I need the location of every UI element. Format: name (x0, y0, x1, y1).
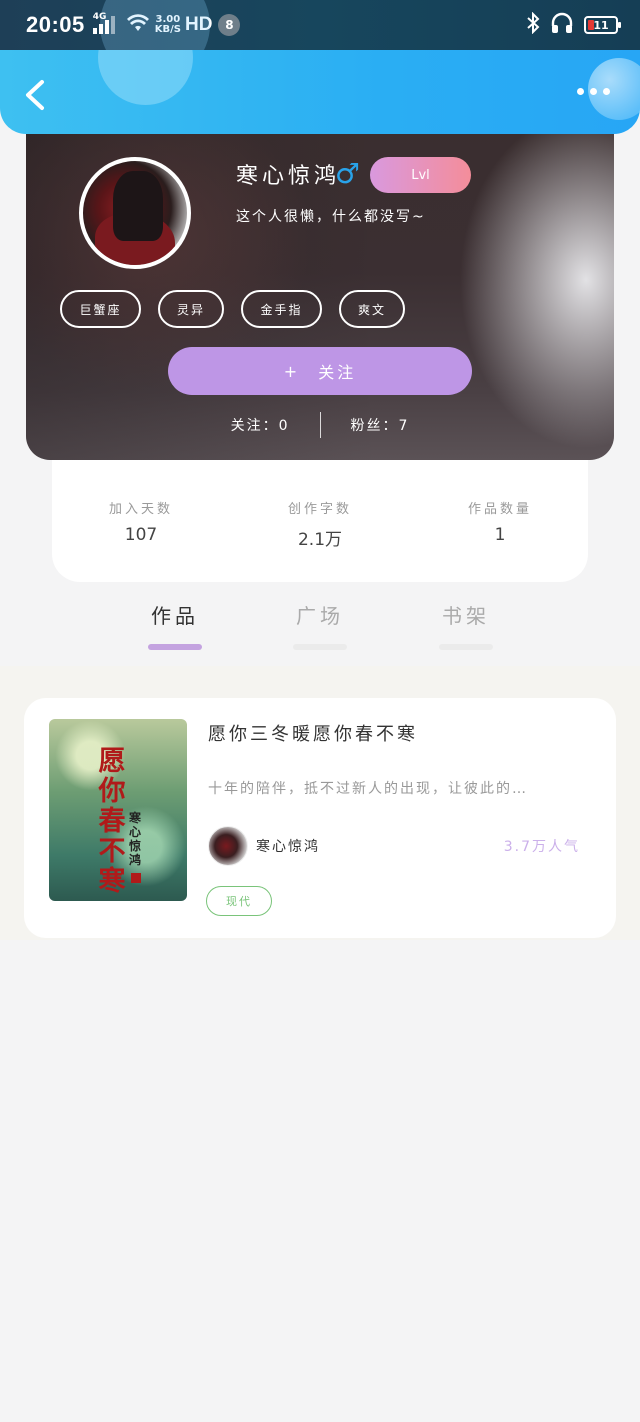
book-author: 寒心惊鸿 (256, 839, 320, 855)
tab-indicator (293, 644, 347, 650)
status-time: 20:05 (26, 12, 85, 37)
app-header (0, 50, 640, 134)
stat-join-days: 加入天数 107 (61, 498, 221, 545)
stat-label: 作品数量 (467, 502, 532, 517)
cover-author: 寒心惊鸿 (129, 811, 142, 867)
tag-item[interactable]: 金手指 (241, 290, 322, 328)
plus-icon: + (283, 361, 301, 381)
tab-bookshelf[interactable]: 书架 (431, 600, 501, 650)
following-count[interactable]: 关注：0 (231, 415, 290, 435)
tab-indicator (148, 644, 202, 650)
book-popularity: 3.7万人气 (503, 839, 580, 855)
stat-label: 加入天数 (108, 502, 173, 517)
decorative-orb (98, 50, 193, 105)
tag-list: 巨蟹座 灵异 金手指 爽文 (60, 290, 405, 328)
stat-value: 1 (494, 525, 506, 545)
follow-label: 关注 (318, 363, 357, 382)
cover-title: 愿你春不寒 (98, 746, 126, 897)
author-avatar (208, 826, 248, 866)
avatar[interactable] (79, 157, 191, 269)
user-bio: 这个人很懒，什么都没写~ (236, 209, 426, 225)
battery-icon: 11 (584, 16, 621, 34)
profile-hero: 寒心惊鸿 ♂ Lvl 这个人很懒，什么都没写~ 巨蟹座 灵异 金手指 爽文 + … (26, 120, 614, 460)
bluetooth-icon (526, 11, 540, 38)
status-bar: 20:05 4G 3.00 KB/S HD 8 11 (0, 0, 640, 50)
tab-label: 作品 (151, 604, 199, 628)
stats-card: 加入天数 107 创作字数 2.1万 作品数量 1 (52, 440, 588, 582)
username: 寒心惊鸿 (236, 164, 341, 189)
cover-seal (131, 873, 141, 883)
tab-indicator (439, 644, 493, 650)
more-button[interactable] (577, 88, 610, 95)
notification-badge: 8 (218, 14, 241, 36)
headphones-icon (550, 12, 574, 38)
male-gender-icon: ♂ (335, 157, 361, 190)
book-description: 十年的陪伴，抵不过新人的出现，让彼此的… (208, 781, 528, 797)
chevron-left-icon (26, 80, 44, 110)
tag-item[interactable]: 爽文 (339, 290, 405, 328)
book-cover[interactable]: 愿你春不寒 寒心惊鸿 (49, 719, 187, 901)
stat-word-count: 创作字数 2.1万 (240, 498, 400, 550)
follow-stats: 关注：0 粉丝：7 (26, 412, 614, 438)
more-dots-icon (577, 88, 584, 95)
stat-label: 创作字数 (287, 502, 352, 517)
tab-square[interactable]: 广场 (285, 600, 355, 650)
back-button[interactable] (20, 78, 50, 112)
tab-works[interactable]: 作品 (140, 600, 210, 650)
stat-value: 107 (124, 525, 158, 545)
tab-label: 书架 (442, 604, 490, 628)
tab-bar: 作品 广场 书架 (0, 600, 640, 665)
stat-work-count: 作品数量 1 (420, 498, 580, 545)
tag-item[interactable]: 巨蟹座 (60, 290, 141, 328)
cellular-signal-icon: 4G (92, 12, 115, 34)
decorative-bubble (100, 0, 210, 50)
genre-tag[interactable]: 现代 (206, 886, 272, 916)
follow-button[interactable]: + 关注 (168, 347, 472, 395)
battery-level: 11 (593, 18, 609, 32)
book-card[interactable]: 愿你春不寒 寒心惊鸿 愿你三冬暖愿你春不寒 十年的陪伴，抵不过新人的出现，让彼此… (24, 698, 616, 938)
fans-count[interactable]: 粉丝：7 (351, 415, 410, 435)
divider (319, 412, 321, 438)
stat-value: 2.1万 (297, 530, 343, 550)
level-badge: Lvl (370, 157, 471, 193)
network-type-label: 4G (92, 12, 107, 22)
book-title: 愿你三冬暖愿你春不寒 (208, 724, 418, 745)
tag-item[interactable]: 灵异 (158, 290, 224, 328)
tab-label: 广场 (296, 604, 344, 628)
works-list: 愿你春不寒 寒心惊鸿 愿你三冬暖愿你春不寒 十年的陪伴，抵不过新人的出现，让彼此… (0, 666, 640, 940)
